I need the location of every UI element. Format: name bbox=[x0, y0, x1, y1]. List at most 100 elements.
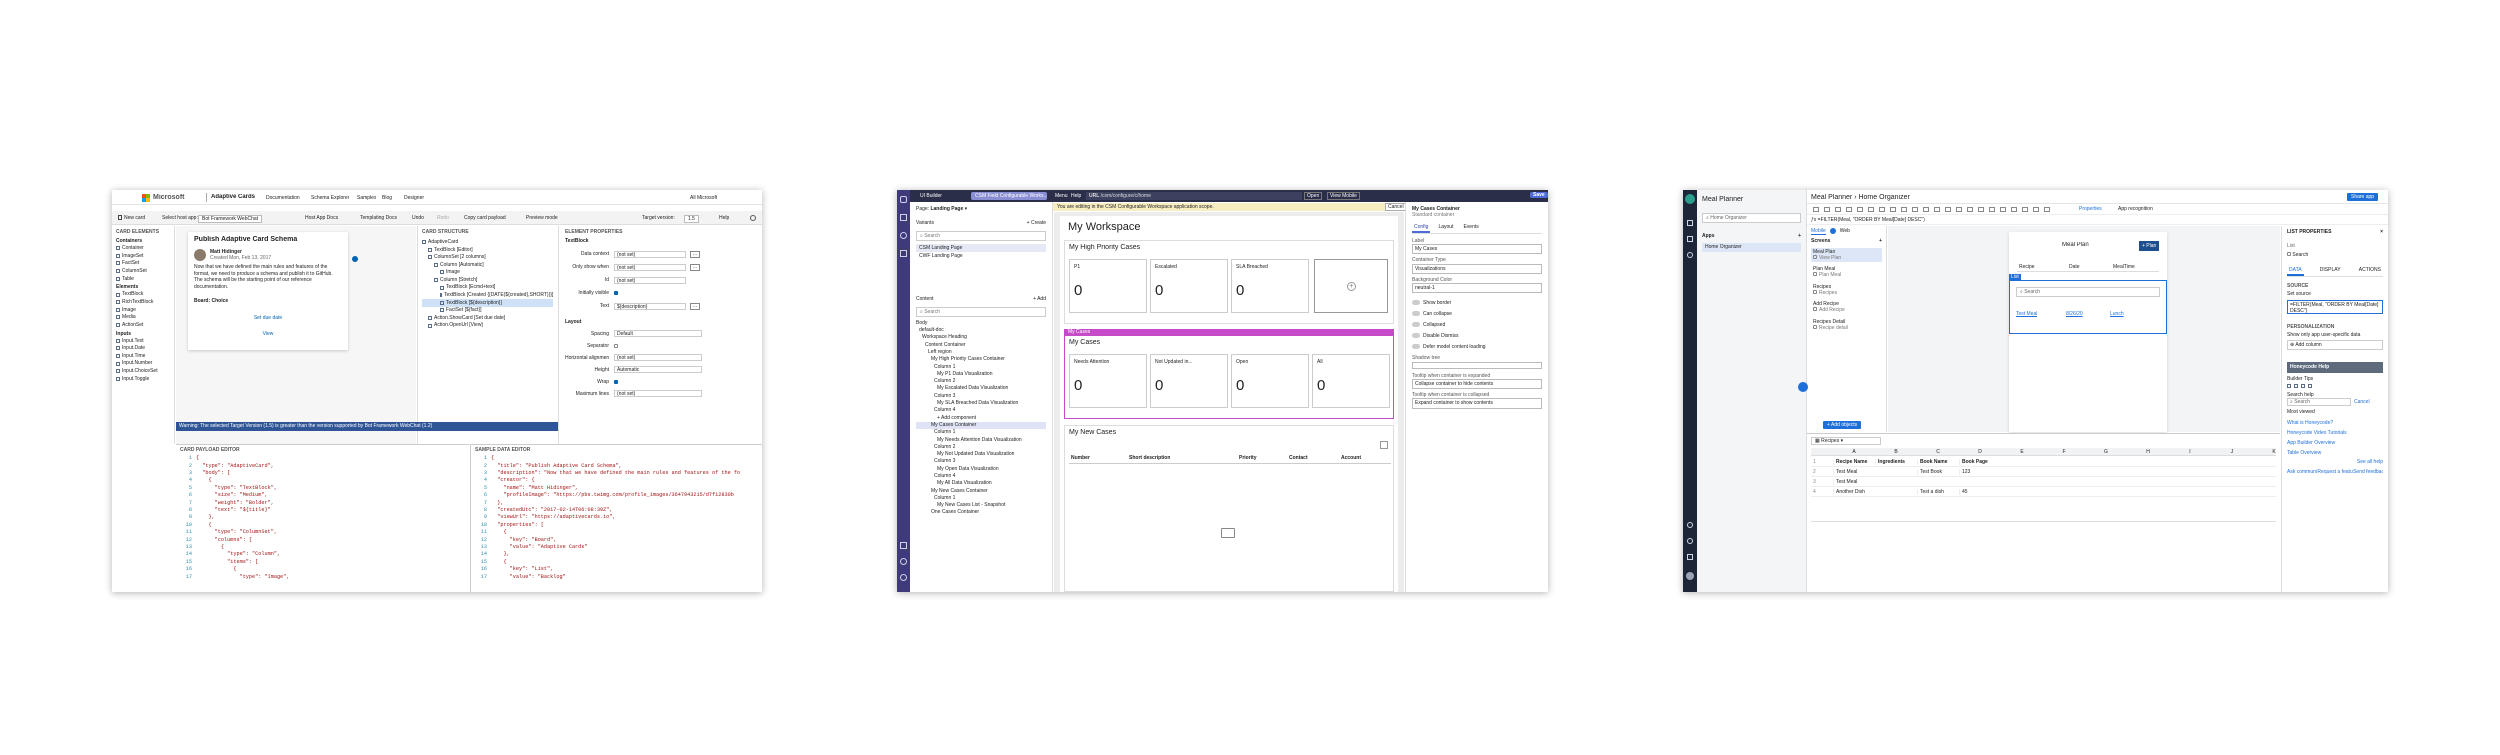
property-input[interactable]: (not set) bbox=[614, 250, 686, 258]
footer-link[interactable]: Request a feature bbox=[2317, 469, 2353, 475]
tree-node[interactable]: My All Data Visualization bbox=[916, 480, 1046, 487]
screen-item[interactable]: Meal Plan View Plan bbox=[1811, 247, 1882, 262]
palette-item[interactable]: Input.Toggle bbox=[116, 375, 170, 383]
list-settings-icon[interactable] bbox=[1380, 441, 1388, 449]
preview-mode-button[interactable]: Preview mode bbox=[526, 215, 558, 221]
footer-link[interactable]: Send feedback bbox=[2353, 469, 2383, 475]
tip-icon[interactable] bbox=[2287, 383, 2291, 388]
grid-column-letter[interactable]: J bbox=[2211, 449, 2253, 455]
palette-item[interactable]: Input.Text bbox=[116, 337, 170, 345]
tip-icon[interactable] bbox=[2294, 383, 2298, 388]
help-link[interactable]: What is Honeycode? bbox=[2287, 420, 2383, 426]
palette-item[interactable]: Input.Time bbox=[116, 352, 170, 360]
structure-node[interactable]: AdaptiveCard bbox=[422, 238, 553, 246]
field-input[interactable]: neutral-1 bbox=[1412, 283, 1542, 294]
honeycode-logo-icon[interactable] bbox=[1685, 194, 1695, 204]
brand-name[interactable]: Microsoft bbox=[153, 194, 185, 203]
plan-button[interactable]: + Plan bbox=[2139, 241, 2160, 252]
tree-node[interactable]: Column 2 bbox=[916, 378, 1046, 385]
see-all-help-link[interactable]: See all help bbox=[2287, 459, 2383, 465]
screen-item[interactable]: Recipes Detail Recipe detail bbox=[1811, 318, 1882, 333]
source-formula[interactable]: =FILTER(Meal, "ORDER BY Meal[Date] DESC"… bbox=[2287, 299, 2383, 314]
app-item[interactable]: Home Organizer bbox=[1702, 243, 1801, 252]
tab-mobile[interactable]: Mobile bbox=[1811, 228, 1826, 236]
field-input[interactable]: My Cases bbox=[1412, 244, 1542, 255]
format-tool-icon[interactable] bbox=[1879, 207, 1885, 212]
help-button[interactable]: Help bbox=[719, 215, 729, 221]
grid-cell[interactable]: Recipe Name bbox=[1833, 459, 1875, 466]
high-priority-container[interactable]: My High Priority Cases P1 0 Escalated 0 SLA … bbox=[1064, 240, 1394, 324]
grid-cell[interactable]: Ingredients bbox=[1875, 459, 1917, 466]
binding-button[interactable]: … bbox=[690, 250, 700, 258]
format-tool-icon[interactable] bbox=[1934, 207, 1940, 212]
row-mealtime[interactable]: Lunch bbox=[2110, 311, 2124, 317]
column-header[interactable]: Contact bbox=[1289, 455, 1308, 461]
all-microsoft-menu[interactable]: All Microsoft bbox=[690, 195, 717, 201]
variant-item[interactable]: CSM Landing Page bbox=[916, 243, 1046, 252]
tree-node[interactable]: Left region bbox=[916, 349, 1046, 356]
tree-node[interactable]: Column 3 bbox=[916, 393, 1046, 400]
grid-cell[interactable]: Book Page bbox=[1959, 459, 2001, 466]
new-cases-container[interactable]: My New Cases Number Short description Prio… bbox=[1064, 425, 1394, 592]
page-select[interactable]: Page: Landing Page ▾ bbox=[916, 206, 1046, 212]
layout-select[interactable]: (not set) bbox=[614, 390, 702, 398]
nav-schema-explorer[interactable]: Schema Explorer bbox=[311, 195, 349, 201]
tree-node[interactable]: My Open Data Visualization bbox=[916, 466, 1046, 473]
column-header[interactable]: Priority bbox=[1239, 455, 1257, 461]
save-button[interactable]: Save bbox=[1530, 192, 1548, 199]
column-header[interactable]: Short description bbox=[1129, 455, 1170, 461]
view-mode-select[interactable]: View Mobile bbox=[1327, 192, 1360, 201]
binding-button[interactable]: … bbox=[690, 263, 700, 271]
tree-node[interactable]: My SLA Breached Data Visualization bbox=[916, 400, 1046, 407]
tooltip-input[interactable]: Collapse container to hide contents bbox=[1412, 378, 1542, 389]
palette-item[interactable]: TextBlock bbox=[116, 291, 170, 299]
case-metric-card[interactable]: Needs Attention 0 bbox=[1069, 354, 1147, 408]
row-recipe[interactable]: Test Meal bbox=[2016, 311, 2037, 317]
column-header[interactable]: Account bbox=[1341, 455, 1361, 461]
format-tool-icon[interactable] bbox=[1901, 207, 1907, 212]
format-tool-icon[interactable] bbox=[1835, 207, 1841, 212]
toggle-switch[interactable] bbox=[1412, 333, 1420, 339]
user-icon[interactable] bbox=[900, 574, 907, 581]
grid-column-letter[interactable]: B bbox=[1875, 449, 1917, 455]
copy-payload-button[interactable]: Copy card payload bbox=[464, 215, 506, 221]
set-due-date-action[interactable]: Set due date bbox=[194, 315, 342, 321]
help-link[interactable]: Help bbox=[1071, 193, 1081, 199]
host-app-docs-button[interactable]: Host App Docs bbox=[305, 215, 338, 221]
target-version-select[interactable]: 1.5 bbox=[684, 215, 699, 224]
structure-node[interactable]: Action.OpenUrl [View] bbox=[422, 322, 553, 330]
structure-node[interactable]: TextBlock [${description}] bbox=[422, 299, 553, 307]
grid-column-letter[interactable]: A bbox=[1833, 449, 1875, 455]
variant-item[interactable]: CWF Landing Page bbox=[916, 252, 1046, 260]
builder-icon[interactable] bbox=[1687, 236, 1693, 242]
toggle-switch[interactable] bbox=[1412, 322, 1420, 328]
tree-node[interactable]: My High Priority Cases Container bbox=[916, 356, 1046, 363]
format-tool-icon[interactable] bbox=[2044, 207, 2050, 212]
palette-item[interactable]: FactSet bbox=[116, 260, 170, 268]
grid-column-letter[interactable]: C bbox=[1917, 449, 1959, 455]
structure-node[interactable]: Action.ShowCard [Set due date] bbox=[422, 314, 553, 322]
property-input[interactable]: ${description} bbox=[614, 302, 686, 310]
case-metric-card[interactable]: All 0 bbox=[1312, 354, 1390, 408]
palette-item[interactable]: Input.Number bbox=[116, 360, 170, 368]
nav-blog[interactable]: Blog bbox=[382, 195, 392, 201]
grid-cell[interactable]: 45 bbox=[1959, 489, 2001, 496]
sheet-select[interactable]: ▦ Recipes ▾ bbox=[1811, 437, 1881, 446]
palette-item[interactable]: Input.ChoiceSet bbox=[116, 367, 170, 375]
property-input[interactable]: (not set) bbox=[614, 276, 686, 284]
grid-cell[interactable]: 123 bbox=[1959, 469, 2001, 476]
tab-web[interactable]: Web bbox=[1840, 228, 1850, 235]
case-metric-card[interactable]: Open 0 bbox=[1231, 354, 1309, 408]
structure-node[interactable]: FactSet [${fact}] bbox=[422, 307, 553, 315]
nav-designer[interactable]: Designer bbox=[404, 195, 424, 201]
toggle-switch[interactable] bbox=[1412, 344, 1420, 350]
format-tool-icon[interactable] bbox=[2033, 207, 2039, 212]
property-tab[interactable]: DISPLAY bbox=[2318, 266, 2343, 276]
url-bar[interactable]: URL /csm/configure/c/home bbox=[1086, 192, 1302, 200]
account-avatar[interactable] bbox=[1686, 572, 1694, 580]
format-tool-icon[interactable] bbox=[1945, 207, 1951, 212]
components-icon[interactable] bbox=[900, 250, 907, 257]
tree-node[interactable]: My Not Updated Data Visualization bbox=[916, 451, 1046, 458]
grid-cell[interactable]: Test Book bbox=[1917, 469, 1959, 476]
config-tab[interactable]: Events bbox=[1461, 223, 1480, 233]
